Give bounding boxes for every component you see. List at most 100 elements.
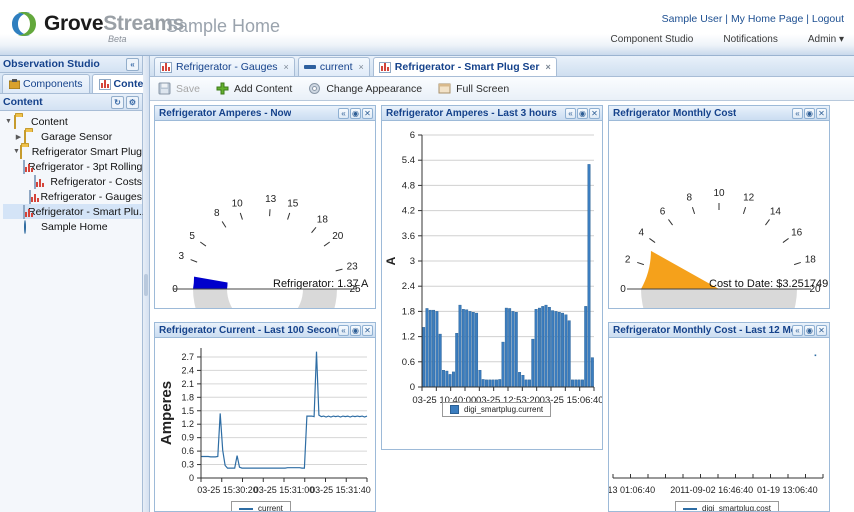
gear-icon[interactable]: ◉ [577, 108, 588, 119]
collapse-icon[interactable]: « [338, 108, 349, 119]
close-icon[interactable]: ✕ [362, 325, 373, 336]
bar [561, 313, 564, 387]
expand-arrow-icon[interactable]: ▼ [13, 148, 20, 155]
gear-icon[interactable]: ⚙ [126, 96, 139, 109]
close-icon[interactable]: ✕ [362, 108, 373, 119]
chart-icon [34, 176, 48, 188]
collapse-panel-icon[interactable]: « [126, 58, 139, 71]
portlet-title: Refrigerator Current - Last 100 Seconds [159, 325, 338, 336]
portlet-title: Refrigerator Amperes - Now [159, 108, 291, 119]
x-tick-label: 03-25 15:31:40 [310, 485, 371, 495]
brand-logo[interactable]: GroveStreams [6, 6, 184, 42]
bar [548, 307, 551, 387]
close-icon[interactable]: × [359, 62, 364, 72]
bar [515, 312, 518, 387]
y-tick-label: 0 [189, 473, 194, 483]
main-tab-label: Refrigerator - Gauges [176, 61, 278, 73]
gauge-track [641, 289, 797, 308]
panel-splitter[interactable] [143, 56, 150, 512]
chart-glyph [23, 205, 25, 219]
tree-item[interactable]: ▶ Garage Sensor [3, 129, 142, 144]
tree-item[interactable]: Refrigerator - 3pt Rolling... [3, 159, 142, 174]
close-icon[interactable]: ✕ [589, 108, 600, 119]
observation-studio-panel: Observation Studio « Components Content … [0, 56, 143, 512]
close-icon[interactable]: ✕ [816, 325, 827, 336]
bar [591, 358, 594, 387]
refresh-icon[interactable]: ↻ [111, 96, 124, 109]
portlet-amperes-3h: Refrigerator Amperes - Last 3 hours « ◉ … [381, 105, 603, 450]
collapse-icon[interactable]: « [565, 108, 576, 119]
menu-item-admin[interactable]: Admin ▾ [808, 34, 844, 45]
bar [479, 370, 482, 387]
user-link-sample-user[interactable]: Sample User [662, 13, 723, 25]
user-link-logout[interactable]: Logout [812, 13, 844, 25]
menu-item-notifications[interactable]: Notifications [723, 34, 777, 45]
gear-icon[interactable]: ◉ [350, 108, 361, 119]
menu-item-component-studio[interactable]: Component Studio [611, 34, 694, 45]
y-tick-label: 6 [410, 130, 415, 141]
y-tick-label: 3 [410, 256, 415, 267]
portlet-title: Refrigerator Amperes - Last 3 hours [386, 108, 557, 119]
toolbar-button[interactable]: Change Appearance [308, 82, 422, 95]
content-header: Content ↻ ⚙ [0, 94, 142, 111]
main-tab[interactable]: Refrigerator - Gauges × [154, 57, 295, 76]
collapse-icon[interactable]: « [338, 325, 349, 336]
gauge-tick-label: 13 [265, 194, 277, 205]
bar [482, 379, 485, 387]
gauge-tick [668, 219, 672, 225]
tree-item[interactable]: ▼Content [3, 114, 142, 129]
gauge-tick [324, 242, 330, 246]
tree-item[interactable]: Sample Home [3, 219, 142, 234]
main-tab-label: current [320, 61, 353, 73]
gear-icon[interactable]: ◉ [804, 325, 815, 336]
bar [565, 315, 568, 387]
bar [528, 380, 531, 387]
y-tick-label: 2.1 [181, 379, 194, 389]
x-tick-label: 03-25 15:31:00 [254, 485, 315, 495]
splitter-grip[interactable] [144, 274, 148, 296]
fullscreen-icon [438, 82, 451, 95]
toolbar-button[interactable]: Add Content [216, 82, 292, 95]
y-tick-label: 4.8 [402, 180, 415, 191]
gauge-tick-label: 8 [214, 208, 220, 219]
gear-icon[interactable]: ◉ [350, 325, 361, 336]
gauge-tick-label: 0 [620, 284, 626, 295]
collapse-icon[interactable]: « [792, 108, 803, 119]
user-link-my-home-page[interactable]: My Home Page [731, 13, 803, 25]
bar [436, 311, 439, 387]
folder-glyph [24, 130, 26, 144]
gauge-tick [222, 221, 226, 227]
line-chart-svg: 00.30.60.91.21.51.82.12.42.703-25 15:30:… [155, 338, 375, 511]
gear-icon[interactable]: ◉ [804, 108, 815, 119]
bar [455, 333, 458, 387]
bar [505, 308, 508, 387]
page-title: Sample Home [166, 16, 280, 37]
y-axis-title: Amperes [158, 381, 175, 445]
tree-item[interactable]: Refrigerator - Costs [3, 174, 142, 189]
y-tick-label: 1.2 [181, 419, 194, 429]
expand-arrow-icon[interactable]: ▼ [3, 118, 14, 125]
expand-arrow-icon[interactable]: ▶ [13, 133, 24, 141]
y-tick-label: 3.6 [402, 231, 415, 242]
close-icon[interactable]: ✕ [816, 108, 827, 119]
bar [588, 164, 591, 387]
tree-item-label: Garage Sensor [41, 131, 112, 143]
close-icon[interactable]: × [284, 62, 289, 72]
bar [584, 306, 587, 387]
folder-icon [20, 146, 29, 158]
tree-item[interactable]: Refrigerator - Gauges [3, 189, 142, 204]
application-window: GroveStreams Beta Sample Home Sample Use… [0, 0, 854, 512]
tree-item[interactable]: Refrigerator - Smart Plu... [3, 204, 142, 219]
tree-item[interactable]: ▼Refrigerator Smart Plug [3, 144, 142, 159]
main-tab[interactable]: current × [298, 57, 370, 76]
tab-components[interactable]: Components [2, 74, 90, 93]
main-tab[interactable]: Refrigerator - Smart Plug Ser× [373, 57, 557, 76]
bar [575, 380, 578, 387]
close-icon[interactable]: × [545, 62, 550, 72]
bar [551, 311, 554, 387]
chart-icon [160, 62, 172, 73]
gauge-tick [200, 242, 206, 246]
toolbar-button[interactable]: Full Screen [438, 82, 509, 95]
collapse-icon[interactable]: « [792, 325, 803, 336]
main-menu: Component Studio Notifications Admin ▾ [611, 34, 844, 45]
